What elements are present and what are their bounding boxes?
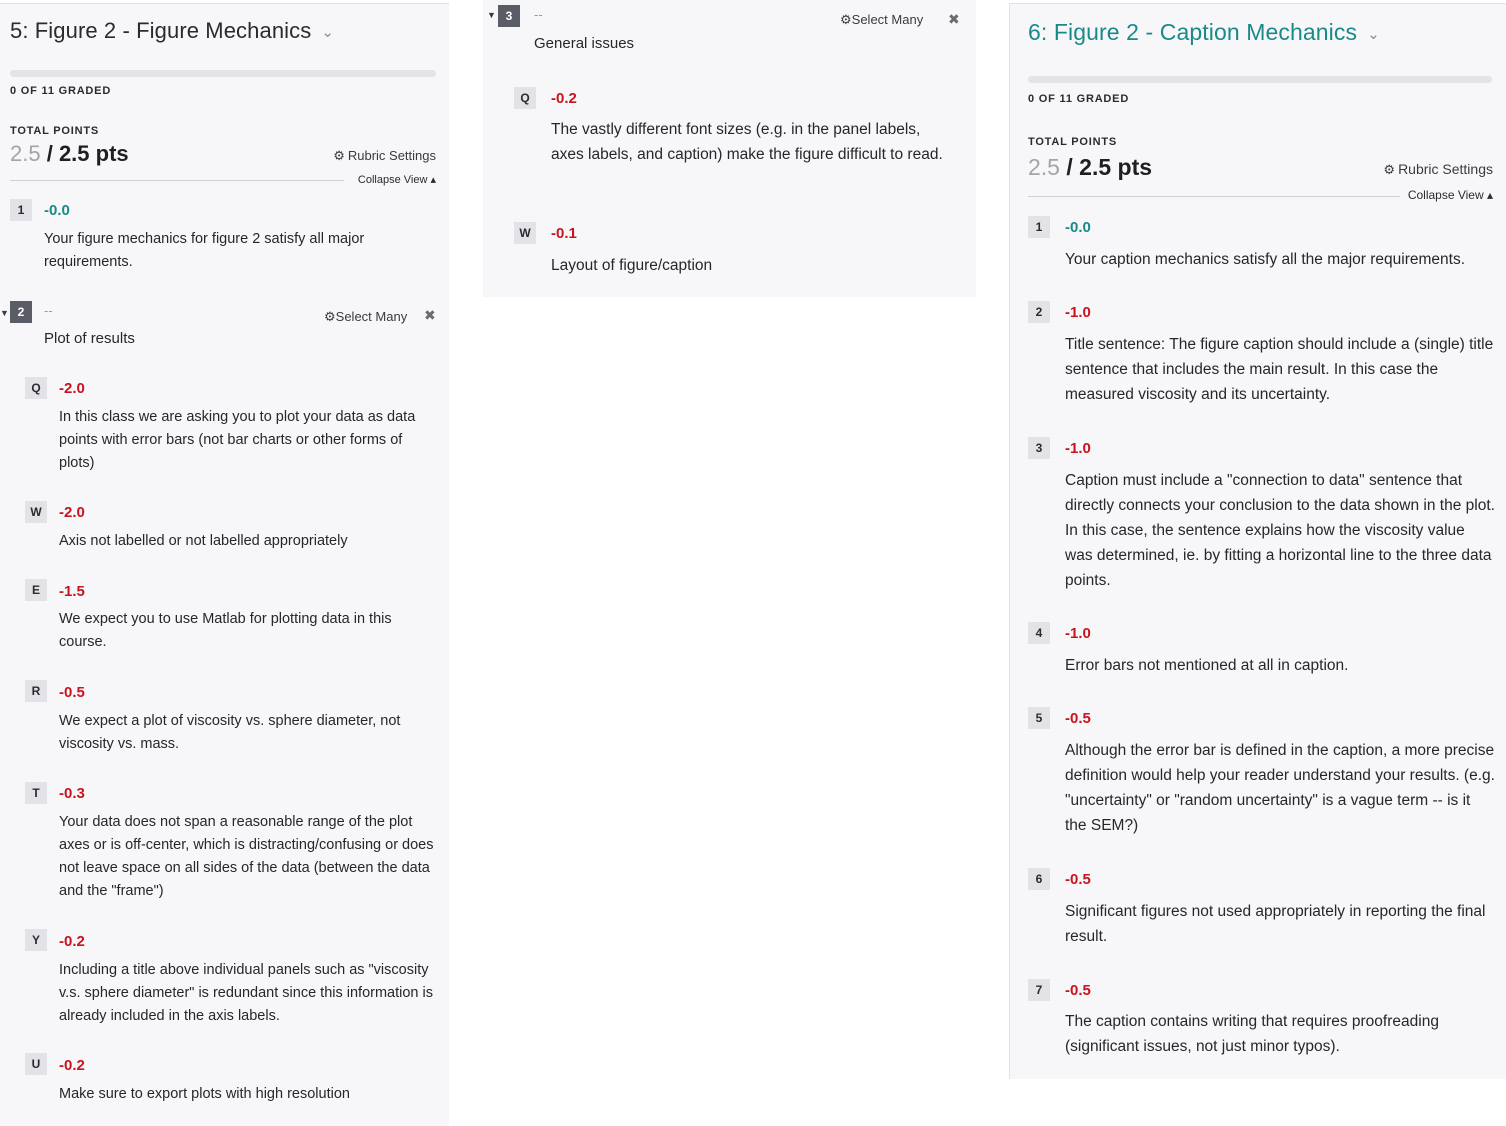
group-key[interactable]: 3 [498, 5, 520, 27]
rubric-item-score[interactable]: -1.0 [1065, 304, 1091, 321]
rubric-item-score[interactable]: -0.3 [59, 785, 85, 802]
points-score: 2.5 [10, 141, 41, 166]
divider [1028, 196, 1400, 197]
rubric-item-key[interactable]: W [25, 501, 47, 523]
divider [10, 180, 344, 181]
rubric-item-score[interactable]: -0.0 [44, 202, 70, 219]
rubric-item-key[interactable]: E [25, 579, 47, 601]
rubric-item-score[interactable]: -2.0 [59, 504, 85, 521]
rubric-item-description[interactable]: The caption contains writing that requir… [1065, 1009, 1495, 1059]
rubric-item-key[interactable]: 4 [1028, 622, 1050, 644]
rubric-item-key[interactable]: W [514, 222, 536, 244]
rubric-item-score[interactable]: -2.0 [59, 380, 85, 397]
question-title[interactable]: 5: Figure 2 - Figure Mechanics ⌄ [10, 18, 334, 44]
total-points-label: TOTAL POINTS [10, 125, 100, 137]
rubric-item-score[interactable]: -0.5 [1065, 710, 1091, 727]
close-icon[interactable]: ✖ [424, 307, 436, 324]
group-title[interactable]: Plot of results [44, 330, 135, 347]
rubric-item-key[interactable]: R [25, 680, 47, 702]
gear-icon: ⚙ [333, 148, 345, 163]
question-title[interactable]: 6: Figure 2 - Caption Mechanics ⌄ [1028, 19, 1380, 46]
collapse-view-button[interactable]: Collapse View ▴ [1408, 188, 1493, 202]
total-points-value: 2.5 / 2.5 pts [1028, 154, 1152, 181]
rubric-item-description[interactable]: Axis not labelled or not labelled approp… [59, 530, 435, 553]
group-score-placeholder: -- [44, 303, 53, 318]
gear-icon: ⚙ [324, 309, 336, 324]
rubric-item-key[interactable]: Y [25, 929, 47, 951]
gear-icon: ⚙ [1383, 162, 1396, 177]
rubric-item-description[interactable]: Caption must include a "connection to da… [1065, 468, 1495, 593]
rubric-item-key[interactable]: 2 [1028, 301, 1050, 323]
rubric-settings-label: Rubric Settings [347, 148, 436, 163]
graded-count: 0 OF 11 GRADED [1028, 93, 1130, 105]
rubric-item-key[interactable]: Q [25, 377, 47, 399]
rubric-item-key[interactable]: T [25, 782, 47, 804]
rubric-item-key[interactable]: 6 [1028, 868, 1050, 890]
question-6-panel: 6: Figure 2 - Caption Mechanics ⌄ 0 OF 11… [1009, 3, 1506, 1079]
group-score-placeholder: -- [534, 7, 543, 22]
rubric-item-key[interactable]: 7 [1028, 979, 1050, 1001]
gear-icon: ⚙ [840, 12, 852, 27]
rubric-item-key[interactable]: 3 [1028, 437, 1050, 459]
question-5-panel: 5: Figure 2 - Figure Mechanics ⌄ 0 OF 11 … [0, 3, 449, 1126]
rubric-item-description[interactable]: Your data does not span a reasonable ran… [59, 811, 435, 903]
rubric-item-description[interactable]: The vastly different font sizes (e.g. in… [551, 117, 956, 167]
select-many-label: Select Many [851, 12, 924, 27]
rubric-item-description[interactable]: In this class we are asking you to plot … [59, 406, 435, 475]
rubric-item-score[interactable]: -0.2 [551, 90, 577, 107]
question-title-text: 5: Figure 2 - Figure Mechanics [10, 18, 312, 43]
caret-down-icon[interactable]: ▼ [0, 308, 9, 318]
rubric-group-3-panel: ▼ 3 -- ⚙Select Many ✖ General issues Q -… [483, 0, 976, 297]
points-max: / 2.5 pts [46, 141, 129, 166]
points-max: / 2.5 pts [1066, 154, 1153, 180]
group-key[interactable]: 2 [10, 301, 32, 323]
rubric-item-score[interactable]: -1.0 [1065, 625, 1091, 642]
rubric-item-key[interactable]: 1 [10, 199, 32, 221]
rubric-item-score[interactable]: -0.1 [551, 225, 577, 242]
rubric-item-score[interactable]: -0.2 [59, 1057, 85, 1074]
rubric-item-description[interactable]: Make sure to export plots with high reso… [59, 1083, 435, 1106]
rubric-item-description[interactable]: Significant figures not used appropriate… [1065, 899, 1495, 949]
rubric-item-description[interactable]: Although the error bar is defined in the… [1065, 738, 1495, 838]
group-title[interactable]: General issues [534, 35, 634, 52]
rubric-item-score[interactable]: -0.5 [1065, 871, 1091, 888]
rubric-settings-button[interactable]: ⚙ Rubric Settings [1383, 161, 1493, 178]
grading-progress-bar [10, 70, 436, 77]
collapse-view-button[interactable]: Collapse View ▴ [358, 173, 436, 186]
rubric-item-description[interactable]: We expect you to use Matlab for plotting… [59, 608, 435, 654]
rubric-item-key[interactable]: 5 [1028, 707, 1050, 729]
rubric-item-key[interactable]: 1 [1028, 216, 1050, 238]
caret-down-icon[interactable]: ▼ [487, 10, 496, 20]
question-title-text: 6: Figure 2 - Caption Mechanics [1028, 19, 1358, 45]
rubric-item-score[interactable]: -0.2 [59, 933, 85, 950]
rubric-item-description[interactable]: We expect a plot of viscosity vs. sphere… [59, 710, 435, 756]
points-score: 2.5 [1028, 154, 1060, 180]
rubric-item-score[interactable]: -1.0 [1065, 440, 1091, 457]
rubric-item-description[interactable]: Your figure mechanics for figure 2 satis… [44, 228, 414, 274]
graded-count: 0 OF 11 GRADED [10, 85, 112, 97]
rubric-settings-label: Rubric Settings [1398, 161, 1493, 177]
rubric-item-key[interactable]: Q [514, 87, 536, 109]
select-many-button[interactable]: ⚙Select Many [840, 12, 923, 28]
rubric-item-key[interactable]: U [25, 1053, 47, 1075]
total-points-label: TOTAL POINTS [1028, 136, 1118, 148]
rubric-item-description[interactable]: Including a title above individual panel… [59, 959, 435, 1028]
rubric-item-description[interactable]: Title sentence: The figure caption shoul… [1065, 332, 1495, 407]
close-icon[interactable]: ✖ [948, 11, 960, 28]
grading-progress-bar [1028, 76, 1492, 83]
rubric-settings-button[interactable]: ⚙ Rubric Settings [333, 148, 436, 164]
rubric-item-score[interactable]: -0.5 [59, 684, 85, 701]
rubric-item-description[interactable]: Your caption mechanics satisfy all the m… [1065, 247, 1495, 272]
select-many-label: Select Many [335, 309, 408, 324]
chevron-down-icon[interactable]: ⌄ [321, 23, 334, 41]
rubric-item-description[interactable]: Error bars not mentioned at all in capti… [1065, 653, 1495, 678]
rubric-item-score[interactable]: -0.0 [1065, 219, 1091, 236]
rubric-item-description[interactable]: Layout of figure/caption [551, 253, 956, 278]
rubric-item-score[interactable]: -0.5 [1065, 982, 1091, 999]
total-points-value: 2.5 / 2.5 pts [10, 141, 129, 167]
chevron-down-icon[interactable]: ⌄ [1367, 25, 1380, 43]
select-many-button[interactable]: ⚙Select Many [324, 309, 407, 325]
rubric-item-score[interactable]: -1.5 [59, 583, 85, 600]
